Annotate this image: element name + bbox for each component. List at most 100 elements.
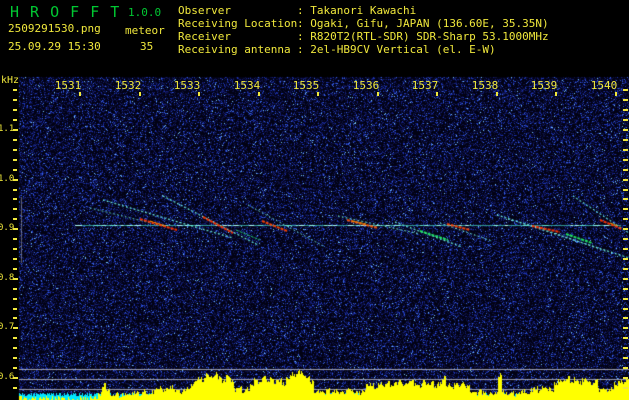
right-frequency-tick xyxy=(623,228,628,230)
right-frequency-tick xyxy=(623,308,628,310)
time-tick-label: 1532 xyxy=(114,79,142,92)
right-frequency-tick xyxy=(623,327,628,329)
frequency-minor-tick xyxy=(13,387,17,389)
time-tick xyxy=(555,92,557,96)
frequency-major-tick xyxy=(13,228,18,230)
frequency-minor-tick xyxy=(13,109,17,111)
frequency-tick-label: 1.0 xyxy=(0,174,15,184)
output-filename: 2509291530.png xyxy=(8,22,101,35)
frequency-minor-tick xyxy=(13,169,17,171)
right-frequency-tick xyxy=(623,337,628,339)
frequency-minor-tick xyxy=(13,298,17,300)
spectrogram-canvas xyxy=(0,0,629,400)
time-tick xyxy=(377,92,379,96)
time-tick xyxy=(258,92,260,96)
right-frequency-tick xyxy=(623,129,628,131)
station-info-row: Receiving Location: Ogaki, Gifu, JAPAN (… xyxy=(178,17,549,30)
time-tick-label: 1535 xyxy=(292,79,320,92)
right-frequency-tick xyxy=(623,208,628,210)
frequency-tick-label: 0.8 xyxy=(0,273,15,283)
right-frequency-tick xyxy=(623,347,628,349)
app-title: H R O F F T xyxy=(10,3,121,21)
right-frequency-tick xyxy=(623,169,628,171)
time-tick xyxy=(198,92,200,96)
frequency-minor-tick xyxy=(13,308,17,310)
frequency-minor-tick xyxy=(13,367,17,369)
time-tick xyxy=(79,92,81,96)
right-frequency-tick xyxy=(623,288,628,290)
frequency-tick-label: 0.7 xyxy=(0,322,15,332)
right-frequency-tick xyxy=(623,238,628,240)
right-frequency-tick xyxy=(623,89,628,91)
right-frequency-tick xyxy=(623,179,628,181)
right-frequency-tick xyxy=(623,278,628,280)
time-tick xyxy=(496,92,498,96)
right-frequency-tick xyxy=(623,99,628,101)
frequency-minor-tick xyxy=(13,337,17,339)
right-frequency-tick xyxy=(623,367,628,369)
frequency-major-tick xyxy=(13,327,18,329)
right-frequency-tick xyxy=(623,139,628,141)
frequency-major-tick xyxy=(13,377,18,379)
app-version: 1.0.0 xyxy=(128,6,162,19)
frequency-minor-tick xyxy=(13,357,17,359)
right-frequency-tick xyxy=(623,377,628,379)
right-frequency-tick xyxy=(623,149,628,151)
frequency-major-tick xyxy=(13,179,18,181)
station-info-row: Receiving antenna : 2el-HB9CV Vertical (e… xyxy=(178,43,496,56)
station-info-value: : Takanori Kawachi xyxy=(297,4,417,17)
station-info-value: : R820T2(RTL-SDR) SDR-Sharp 53.1000MHz xyxy=(297,30,549,43)
frequency-minor-tick xyxy=(13,268,17,270)
station-info-label: Receiving Location xyxy=(178,17,298,30)
right-frequency-tick xyxy=(623,298,628,300)
frequency-tick-label: 0.9 xyxy=(0,223,15,233)
station-info-row: Receiver : R820T2(RTL-SDR) SDR-Sharp 53.1… xyxy=(178,30,549,43)
right-frequency-tick xyxy=(623,119,628,121)
time-tick xyxy=(139,92,141,96)
right-frequency-tick xyxy=(623,258,628,260)
frequency-minor-tick xyxy=(13,248,17,250)
time-tick xyxy=(436,92,438,96)
frequency-tick-label: 1.1 xyxy=(0,124,15,134)
right-frequency-tick xyxy=(623,198,628,200)
frequency-minor-tick xyxy=(13,288,17,290)
time-tick xyxy=(317,92,319,96)
frequency-minor-tick xyxy=(13,198,17,200)
frequency-minor-tick xyxy=(13,189,17,191)
frequency-minor-tick xyxy=(13,119,17,121)
right-frequency-tick xyxy=(623,248,628,250)
frequency-minor-tick xyxy=(13,159,17,161)
station-info-label: Observer xyxy=(178,4,231,17)
right-frequency-tick xyxy=(623,268,628,270)
right-frequency-tick xyxy=(623,317,628,319)
frequency-minor-tick xyxy=(13,218,17,220)
station-info-label: Receiver xyxy=(178,30,231,43)
time-tick-label: 1531 xyxy=(54,79,82,92)
frequency-axis-unit: kHz xyxy=(1,75,20,86)
frequency-minor-tick xyxy=(13,149,17,151)
station-info-label: Receiving antenna xyxy=(178,43,291,56)
time-tick-label: 1534 xyxy=(233,79,261,92)
right-frequency-tick xyxy=(623,387,628,389)
frequency-minor-tick xyxy=(13,99,17,101)
time-tick-label: 1540 xyxy=(590,79,618,92)
frequency-minor-tick xyxy=(13,208,17,210)
frequency-minor-tick xyxy=(13,89,17,91)
frequency-minor-tick xyxy=(13,347,17,349)
right-frequency-tick xyxy=(623,159,628,161)
frequency-minor-tick xyxy=(13,238,17,240)
frequency-minor-tick xyxy=(13,139,17,141)
hrofft-window: H R O F F T 1.0.0 2509291530.png meteor … xyxy=(0,0,629,400)
time-tick-label: 1536 xyxy=(352,79,380,92)
time-tick-label: 1539 xyxy=(530,79,558,92)
time-tick-label: 1533 xyxy=(173,79,201,92)
right-frequency-tick xyxy=(623,109,628,111)
frequency-minor-tick xyxy=(13,258,17,260)
right-frequency-tick xyxy=(623,189,628,191)
frequency-major-tick xyxy=(13,129,18,131)
right-frequency-tick xyxy=(623,357,628,359)
time-tick-label: 1538 xyxy=(471,79,499,92)
station-info-value: : 2el-HB9CV Vertical (el. E-W) xyxy=(297,43,496,56)
station-info-value: : Ogaki, Gifu, JAPAN (136.60E, 35.35N) xyxy=(297,17,549,30)
frequency-minor-tick xyxy=(13,317,17,319)
